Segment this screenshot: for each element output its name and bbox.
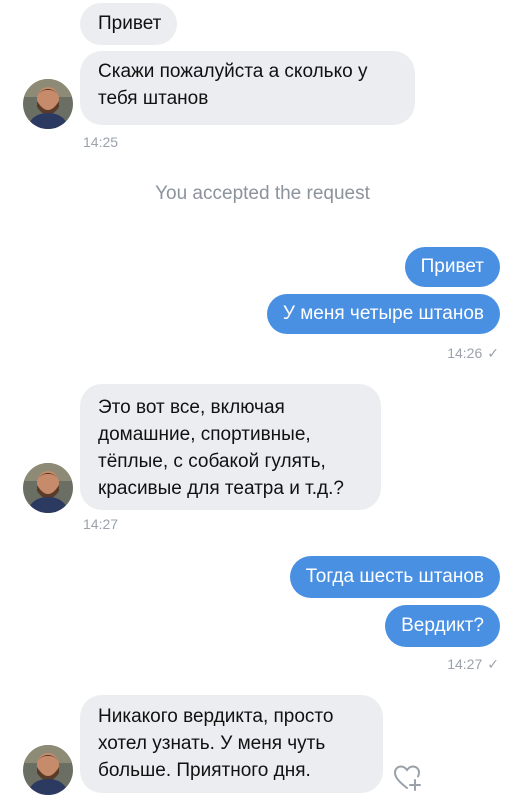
message-line: домашние, спортивные, bbox=[98, 424, 311, 445]
message-timestamp: 14:26 ✓ bbox=[447, 345, 499, 362]
incoming-message[interactable]: Скажи пожалуйста а сколько у тебя штанов bbox=[80, 51, 415, 125]
incoming-message[interactable]: Никакого вердикта, просто хотел узнать. … bbox=[80, 695, 383, 793]
read-check-icon: ✓ bbox=[487, 656, 499, 672]
message-line: красивые для театра и т.д.? bbox=[98, 478, 344, 499]
read-check-icon: ✓ bbox=[487, 345, 499, 361]
contact-avatar[interactable] bbox=[23, 79, 73, 129]
contact-avatar[interactable] bbox=[23, 463, 73, 513]
system-notice: You accepted the request bbox=[155, 183, 370, 204]
message-text: У меня четыре штанов bbox=[282, 303, 484, 324]
message-text: Привет bbox=[98, 13, 162, 34]
message-line: тёплые, с собакой гулять, bbox=[98, 451, 326, 472]
message-text: Тогда шесть штанов bbox=[305, 566, 484, 587]
outgoing-message[interactable]: Вердикт? bbox=[385, 605, 500, 647]
message-timestamp: 14:27 ✓ bbox=[447, 656, 499, 673]
message-timestamp: 14:27 bbox=[83, 516, 119, 532]
message-line: Скажи пожалуйста а сколько у bbox=[98, 61, 368, 82]
outgoing-message[interactable]: У меня четыре штанов bbox=[266, 294, 500, 334]
message-text: Вердикт? bbox=[401, 615, 484, 636]
outgoing-message[interactable]: Тогда шесть штанов bbox=[289, 556, 500, 598]
message-line: тебя штанов bbox=[98, 88, 209, 109]
heart-plus-icon[interactable] bbox=[393, 763, 423, 798]
message-line: хотел узнать. У меня чуть bbox=[98, 733, 326, 754]
contact-avatar[interactable] bbox=[23, 745, 73, 795]
message-line: Это вот все, включая bbox=[98, 397, 285, 418]
message-line: Никакого вердикта, просто bbox=[98, 706, 334, 727]
timestamp-text: 14:27 bbox=[447, 656, 483, 672]
incoming-message[interactable]: Привет bbox=[80, 3, 178, 45]
message-line: больше. Приятного дня. bbox=[98, 760, 311, 781]
message-text: Привет bbox=[420, 256, 484, 277]
timestamp-text: 14:26 bbox=[447, 345, 483, 361]
incoming-message[interactable]: Это вот все, включая домашние, спортивны… bbox=[80, 384, 381, 510]
message-timestamp: 14:25 bbox=[83, 134, 119, 150]
outgoing-message[interactable]: Привет bbox=[404, 247, 500, 287]
